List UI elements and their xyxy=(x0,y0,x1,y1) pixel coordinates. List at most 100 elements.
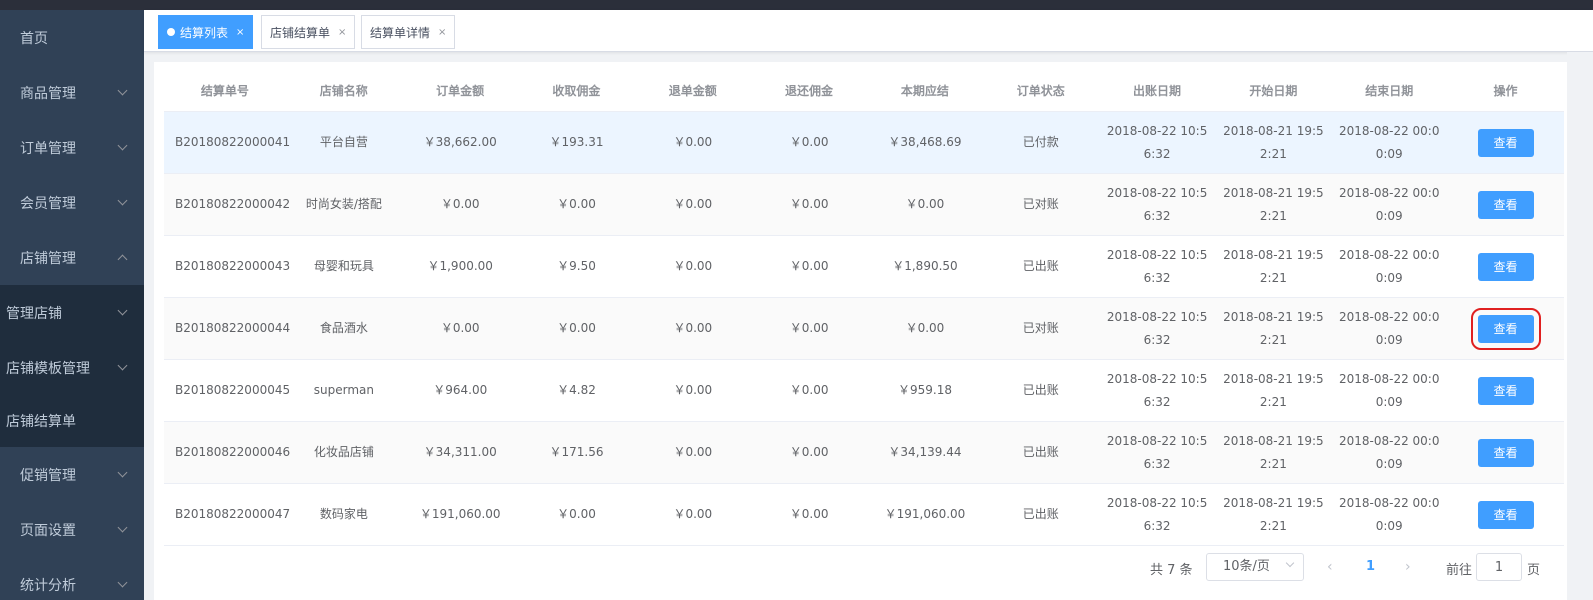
sidebar-item-manage-shops[interactable]: 管理店铺 xyxy=(0,285,144,340)
action-cell: 查看 xyxy=(1447,307,1564,350)
billing-date-cell: 2018-08-22 10:5 6:32 xyxy=(1099,368,1216,414)
settlement-id-cell: B20180822000047 xyxy=(175,507,291,521)
end-date-line2: 0:09 xyxy=(1375,208,1403,223)
billing-date-cell: 2018-08-22 10:5 6:32 xyxy=(1099,430,1216,476)
refund-amount-cell: ￥0.00 xyxy=(673,135,713,149)
close-icon[interactable]: × xyxy=(338,27,346,38)
payable-amount-cell: ￥1,890.50 xyxy=(892,259,958,273)
sidebar-item-page-settings[interactable]: 页面设置 xyxy=(0,502,144,557)
sidebar-item-label: 会员管理 xyxy=(20,195,76,212)
billing-date-cell: 2018-08-22 10:5 6:32 xyxy=(1099,182,1216,228)
sidebar-item-home[interactable]: 首页 xyxy=(0,10,144,65)
order-amount-cell: ￥191,060.00 xyxy=(419,507,501,521)
billing-date-line2: 6:32 xyxy=(1143,518,1171,533)
page-number-current[interactable]: 1 xyxy=(1366,559,1375,574)
payable-amount-cell: ￥0.00 xyxy=(905,321,945,335)
view-button[interactable]: 查看 xyxy=(1477,190,1534,219)
end-date-line1: 2018-08-22 00:0 xyxy=(1338,495,1440,510)
view-button[interactable]: 查看 xyxy=(1477,376,1534,405)
sidebar-item-label: 订单管理 xyxy=(20,140,76,157)
end-date-cell: 2018-08-22 00:0 0:09 xyxy=(1331,244,1447,290)
settlement-id-cell: B20180822000042 xyxy=(175,197,291,211)
view-button[interactable]: 查看 xyxy=(1477,128,1534,157)
start-date-line2: 2:21 xyxy=(1259,270,1287,285)
shop-name-cell: 母婴和玩具 xyxy=(313,259,374,273)
end-date-line2: 0:09 xyxy=(1375,518,1403,533)
order-status-cell: 已出账 xyxy=(1022,383,1059,397)
close-icon[interactable]: × xyxy=(438,27,446,38)
column-header: 结算单号 xyxy=(200,84,249,98)
column-header: 结束日期 xyxy=(1365,84,1414,98)
goto-page-input[interactable] xyxy=(1476,553,1522,581)
table-row: B20180822000044 食品酒水 ￥0.00 ￥0.00 ￥0.00 ￥0.00 ￥… xyxy=(164,298,1564,360)
start-date-line2: 2:21 xyxy=(1259,332,1287,347)
end-date-cell: 2018-08-22 00:0 0:09 xyxy=(1331,120,1447,166)
next-page-button[interactable]: › xyxy=(1405,559,1411,575)
start-date-line1: 2018-08-21 19:5 xyxy=(1223,433,1324,448)
tab-settlement-detail[interactable]: 结算单详情 × xyxy=(361,15,456,49)
action-cell: 查看 xyxy=(1447,376,1564,405)
settlement-id-cell: B20180822000044 xyxy=(175,321,291,335)
sidebar-item-orders[interactable]: 订单管理 xyxy=(0,120,144,175)
payable-amount-cell: ￥959.18 xyxy=(897,383,952,397)
billing-date-cell: 2018-08-22 10:5 6:32 xyxy=(1099,120,1216,166)
view-button[interactable]: 查看 xyxy=(1477,500,1534,529)
refund-amount-cell: ￥0.00 xyxy=(673,321,713,335)
billing-date-line1: 2018-08-22 10:5 xyxy=(1106,185,1208,200)
tab-settlement-list[interactable]: 结算列表 × xyxy=(158,15,254,49)
sidebar-item-shop-templates[interactable]: 店铺模板管理 xyxy=(0,340,144,395)
view-button[interactable]: 查看 xyxy=(1477,438,1534,467)
start-date-cell: 2018-08-21 19:5 2:21 xyxy=(1216,182,1332,228)
order-amount-cell: ￥0.00 xyxy=(440,197,480,211)
page-unit-label: 页 xyxy=(1527,563,1541,578)
shop-name-cell: 平台自营 xyxy=(319,135,368,149)
payable-amount-cell: ￥0.00 xyxy=(905,197,945,211)
billing-date-line1: 2018-08-22 10:5 xyxy=(1106,309,1208,324)
end-date-line1: 2018-08-22 00:0 xyxy=(1338,309,1440,324)
table-row: B20180822000042 时尚女装/搭配 ￥0.00 ￥0.00 ￥0.00 ￥0.… xyxy=(164,174,1564,236)
chevron-down-icon xyxy=(117,467,128,478)
start-date-line2: 2:21 xyxy=(1259,146,1287,161)
end-date-line2: 0:09 xyxy=(1375,270,1403,285)
end-date-line1: 2018-08-22 00:0 xyxy=(1338,123,1440,138)
end-date-cell: 2018-08-22 00:0 0:09 xyxy=(1331,182,1447,228)
page-size-select[interactable]: 10条/页 xyxy=(1206,553,1304,581)
tab-shop-settlement[interactable]: 店铺结算单 × xyxy=(261,15,356,49)
refund-commission-cell: ￥0.00 xyxy=(789,321,829,335)
sidebar-item-promotions[interactable]: 促销管理 xyxy=(0,447,144,502)
chevron-up-icon xyxy=(117,254,128,265)
refund-commission-cell: ￥0.00 xyxy=(789,507,829,521)
commission-cell: ￥9.50 xyxy=(557,259,596,273)
sidebar-item-goods[interactable]: 商品管理 xyxy=(0,65,144,120)
sidebar-item-statistics[interactable]: 统计分析 xyxy=(0,557,144,600)
order-amount-cell: ￥1,900.00 xyxy=(427,259,493,273)
column-header: 店铺名称 xyxy=(319,84,368,98)
action-cell: 查看 xyxy=(1447,438,1564,467)
payable-amount-cell: ￥191,060.00 xyxy=(884,507,966,521)
settlement-id-cell: B20180822000043 xyxy=(175,259,291,273)
view-button[interactable]: 查看 xyxy=(1477,252,1534,281)
commission-cell: ￥0.00 xyxy=(557,321,596,335)
close-icon[interactable]: × xyxy=(236,27,244,38)
billing-date-cell: 2018-08-22 10:5 6:32 xyxy=(1099,244,1216,290)
sidebar-item-label: 店铺结算单 xyxy=(6,414,76,430)
view-button[interactable]: 查看 xyxy=(1470,307,1541,350)
start-date-cell: 2018-08-21 19:5 2:21 xyxy=(1216,306,1332,352)
refund-commission-cell: ￥0.00 xyxy=(789,197,829,211)
end-date-line2: 0:09 xyxy=(1375,332,1403,347)
sidebar-item-shop-settlement[interactable]: 店铺结算单 xyxy=(0,395,144,447)
billing-date-line1: 2018-08-22 10:5 xyxy=(1106,495,1208,510)
start-date-line1: 2018-08-21 19:5 xyxy=(1223,495,1324,510)
table-row: B20180822000041 平台自营 ￥38,662.00 ￥193.31 ￥0.0… xyxy=(164,112,1564,174)
sidebar-item-label: 管理店铺 xyxy=(6,305,62,322)
refund-amount-cell: ￥0.00 xyxy=(673,445,713,459)
prev-page-button[interactable]: ‹ xyxy=(1327,559,1333,575)
shop-name-cell: 食品酒水 xyxy=(319,321,368,335)
sidebar-item-members[interactable]: 会员管理 xyxy=(0,175,144,230)
end-date-line2: 0:09 xyxy=(1375,456,1403,471)
chevron-down-icon xyxy=(117,577,128,588)
top-bar xyxy=(0,0,1593,10)
sidebar-item-shops[interactable]: 店铺管理 xyxy=(0,230,144,285)
tab-label: 结算单详情 xyxy=(370,25,431,40)
commission-cell: ￥0.00 xyxy=(557,507,596,521)
